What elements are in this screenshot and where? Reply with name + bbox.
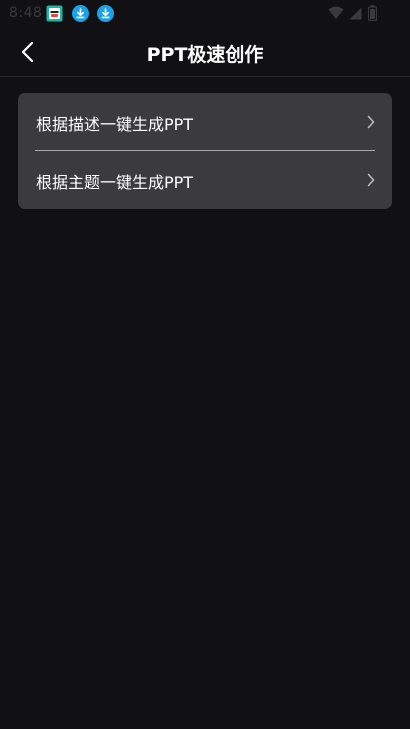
menu-item-label: 根据描述一键生成PPT <box>36 115 194 134</box>
signal-icon <box>349 7 362 20</box>
menu-item-generate-by-topic[interactable]: 根据主题一键生成PPT <box>18 151 392 208</box>
app-notification-icon <box>46 5 63 22</box>
download-icon <box>97 5 114 22</box>
menu-item-label: 根据主题一键生成PPT <box>36 173 194 192</box>
status-time: 8:48 <box>9 5 43 21</box>
wifi-icon <box>328 6 344 19</box>
menu-item-generate-by-description[interactable]: 根据描述一键生成PPT <box>18 93 392 150</box>
page-title: PPT极速创作 <box>146 44 264 66</box>
chevron-right-icon <box>367 173 375 187</box>
chevron-right-icon <box>367 115 375 129</box>
battery-icon <box>368 5 377 21</box>
download-icon <box>72 5 89 22</box>
status-bar: 8:48 <box>0 0 410 28</box>
top-nav-bar: PPT极速创作 <box>0 28 410 77</box>
menu-card: 根据描述一键生成PPT 根据主题一键生成PPT <box>18 93 392 209</box>
